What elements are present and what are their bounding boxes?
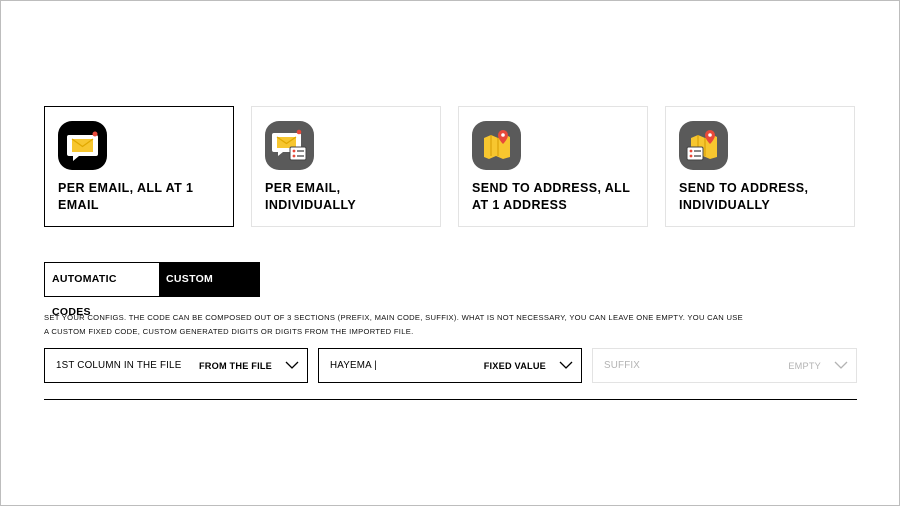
- option-address-all-at-once[interactable]: SEND TO ADDRESS, ALL AT 1 ADDRESS: [458, 106, 648, 227]
- suffix-mode: EMPTY: [788, 361, 821, 371]
- section-divider: [44, 399, 857, 400]
- option-address-individually[interactable]: SEND TO ADDRESS, INDIVIDUALLY: [665, 106, 855, 227]
- prefix-select[interactable]: 1ST COLUMN IN THE FILE FROM THE FILE: [44, 348, 308, 383]
- suffix-placeholder: SUFFIX: [604, 360, 641, 371]
- suffix-select[interactable]: SUFFIX EMPTY: [592, 348, 857, 383]
- option-label: PER EMAIL, INDIVIDUALLY: [265, 181, 357, 212]
- tab-automatic-codes[interactable]: AUTOMATIC CODES: [45, 263, 159, 318]
- code-type-tabs: AUTOMATIC CODES CUSTOM CODES: [44, 262, 260, 318]
- chevron-down-icon[interactable]: [834, 360, 848, 370]
- main-code-value[interactable]: HAYEMA |: [330, 349, 377, 382]
- option-label: SEND TO ADDRESS, INDIVIDUALLY: [679, 181, 809, 212]
- send-options: PER EMAIL, ALL AT 1 EMAIL PER EMAIL, IND…: [44, 106, 856, 227]
- email-individual-icon: [265, 121, 314, 170]
- prefix-value: 1ST COLUMN IN THE FILE: [56, 360, 182, 371]
- prefix-mode: FROM THE FILE: [198, 361, 272, 371]
- main-code-mode: FIXED VALUE: [483, 361, 546, 371]
- email-bubble-icon: [58, 121, 107, 170]
- config-description: SET YOUR CONFIGS. THE CODE CAN BE COMPOS…: [44, 313, 744, 336]
- option-label: PER EMAIL, ALL AT 1 EMAIL: [58, 181, 194, 212]
- tab-custom-codes[interactable]: CUSTOM CODES: [159, 263, 259, 318]
- option-label: SEND TO ADDRESS, ALL AT 1 ADDRESS: [472, 181, 631, 212]
- option-email-individually[interactable]: PER EMAIL, INDIVIDUALLY: [251, 106, 441, 227]
- map-pin-icon: [472, 121, 521, 170]
- app-frame: [0, 0, 900, 506]
- option-email-all-at-once[interactable]: PER EMAIL, ALL AT 1 EMAIL: [44, 106, 234, 227]
- map-individual-icon: [679, 121, 728, 170]
- chevron-down-icon[interactable]: [559, 360, 573, 370]
- chevron-down-icon[interactable]: [285, 360, 299, 370]
- main-code-input[interactable]: HAYEMA | FIXED VALUE: [318, 348, 582, 383]
